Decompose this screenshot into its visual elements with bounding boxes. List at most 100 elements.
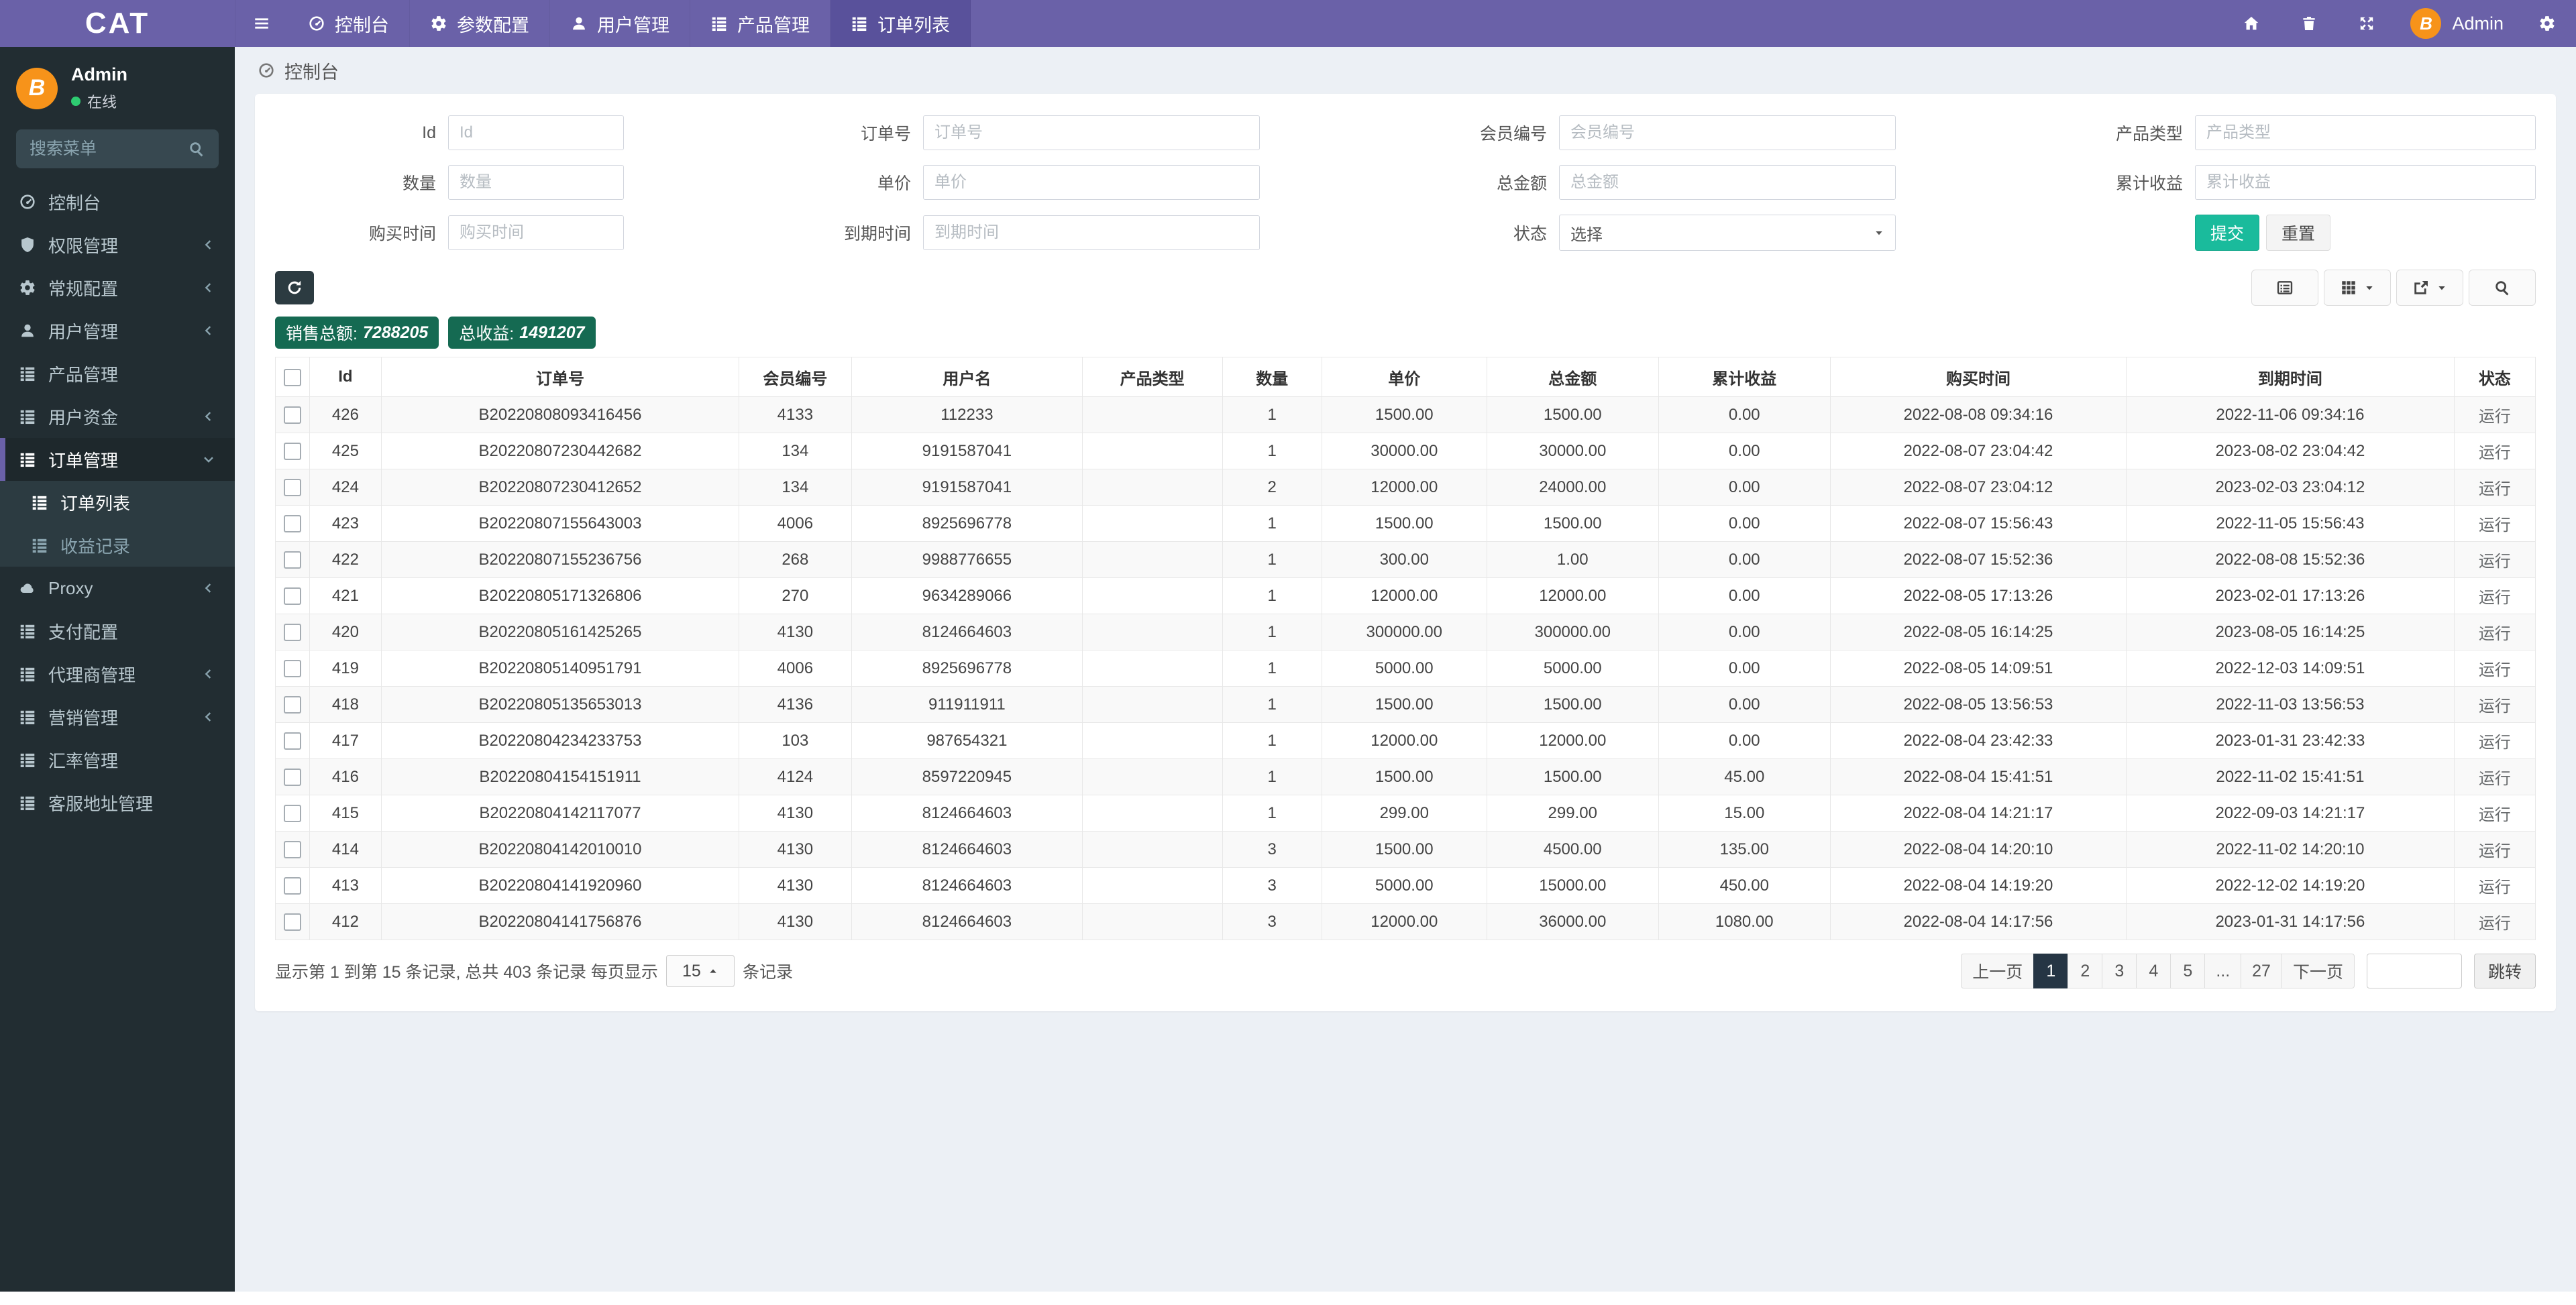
columns-button[interactable] bbox=[2324, 270, 2391, 306]
settings-button[interactable] bbox=[2518, 0, 2576, 47]
id-input[interactable] bbox=[448, 115, 624, 150]
unit-price-input[interactable] bbox=[923, 165, 1260, 200]
orders-panel: Id订单号会员编号产品类型数量单价总金额累计收益购买时间到期时间状态选择提交重置… bbox=[255, 94, 2556, 1011]
column-header: 单价 bbox=[1321, 357, 1487, 397]
user-icon bbox=[19, 322, 48, 339]
total-amount-input[interactable] bbox=[1559, 165, 1896, 200]
accumulated-profit-input[interactable] bbox=[2195, 165, 2536, 200]
nav-tab-dashboard[interactable]: 控制台 bbox=[288, 0, 410, 47]
quantity-input[interactable] bbox=[448, 165, 624, 200]
nav-tab-user-management[interactable]: 用户管理 bbox=[550, 0, 690, 47]
sidebar-item-proxy[interactable]: Proxy bbox=[0, 567, 235, 610]
user-status: 在线 bbox=[71, 91, 127, 112]
status-cell: 运行 bbox=[2453, 577, 2536, 614]
prev-page-button[interactable]: 上一页 bbox=[1961, 954, 2035, 988]
footer-strip bbox=[0, 1292, 2576, 1305]
sidebar-item-order-management[interactable]: 订单管理 bbox=[0, 438, 235, 481]
clear-cache-button[interactable] bbox=[2280, 0, 2338, 47]
row-checkbox[interactable] bbox=[283, 624, 301, 642]
submit-button[interactable]: 提交 bbox=[2195, 215, 2260, 251]
status-select[interactable]: 选择 bbox=[1559, 215, 1896, 251]
status-cell: 运行 bbox=[2453, 433, 2536, 469]
next-page-button[interactable]: 下一页 bbox=[2281, 954, 2355, 988]
filter-field-unit-price: 单价 bbox=[750, 165, 1260, 200]
table-row: 414 B20220804142010010 4130 8124664603 3 1500… bbox=[275, 831, 2536, 868]
sidebar-item-profit-records[interactable]: 收益记录 bbox=[0, 524, 235, 567]
select-all-checkbox[interactable] bbox=[283, 368, 301, 386]
sidebar-toggle-button[interactable] bbox=[235, 0, 288, 47]
sidebar-item-dashboard[interactable]: 控制台 bbox=[0, 180, 235, 223]
table-row: 417 B20220804234233753 103 987654321 1 12000.… bbox=[275, 722, 2536, 759]
nav-tab-params-config[interactable]: 参数配置 bbox=[410, 0, 550, 47]
sidebar-item-general-config[interactable]: 常规配置 bbox=[0, 266, 235, 309]
row-checkbox[interactable] bbox=[283, 913, 301, 931]
chevron-down-icon bbox=[201, 452, 216, 467]
table-row: 418 B20220805135653013 4136 911911911 1 1500.… bbox=[275, 686, 2536, 723]
table-toolbar bbox=[275, 270, 2536, 306]
page-button-3[interactable]: 3 bbox=[2102, 954, 2137, 988]
status-cell: 运行 bbox=[2453, 722, 2536, 759]
filter-field-member-no: 会员编号 bbox=[1386, 115, 1896, 150]
row-checkbox[interactable] bbox=[283, 769, 301, 787]
fullscreen-button[interactable] bbox=[2338, 0, 2396, 47]
row-checkbox[interactable] bbox=[283, 805, 301, 823]
product-type-input[interactable] bbox=[2195, 115, 2536, 150]
sidebar-item-payment-config[interactable]: 支付配置 bbox=[0, 610, 235, 652]
table-search-button[interactable] bbox=[2469, 270, 2536, 306]
page-size-dropdown[interactable]: 15 bbox=[665, 955, 735, 987]
export-button[interactable] bbox=[2396, 270, 2463, 306]
status-cell: 运行 bbox=[2453, 541, 2536, 578]
row-checkbox[interactable] bbox=[283, 479, 301, 497]
admin-dropdown[interactable]: B Admin bbox=[2396, 0, 2518, 47]
expire-time-input[interactable] bbox=[923, 215, 1260, 250]
jump-button[interactable]: 跳转 bbox=[2473, 954, 2536, 988]
refresh-icon bbox=[286, 279, 303, 296]
row-checkbox[interactable] bbox=[283, 587, 301, 606]
export-icon bbox=[2412, 279, 2430, 296]
row-checkbox[interactable] bbox=[283, 877, 301, 895]
nav-tab-order-list[interactable]: 订单列表 bbox=[830, 0, 971, 47]
sidebar-item-order-list[interactable]: 订单列表 bbox=[0, 481, 235, 524]
page-button-4[interactable]: 4 bbox=[2136, 954, 2171, 988]
chevron-left-icon bbox=[201, 323, 216, 338]
nav-tab-product-management[interactable]: 产品管理 bbox=[690, 0, 830, 47]
status-cell: 运行 bbox=[2453, 867, 2536, 904]
home-button[interactable] bbox=[2222, 0, 2280, 47]
row-checkbox[interactable] bbox=[283, 660, 301, 678]
row-checkbox[interactable] bbox=[283, 841, 301, 859]
page-button-27[interactable]: 27 bbox=[2241, 954, 2282, 988]
row-checkbox[interactable] bbox=[283, 443, 301, 461]
caret-down-icon bbox=[1874, 227, 1884, 238]
sidebar-item-permission-management[interactable]: 权限管理 bbox=[0, 223, 235, 266]
cloud-icon bbox=[19, 579, 48, 597]
sidebar-item-user-funds[interactable]: 用户资金 bbox=[0, 395, 235, 438]
buy-time-input[interactable] bbox=[448, 215, 624, 250]
sidebar-search-input[interactable] bbox=[16, 139, 174, 159]
reset-button[interactable]: 重置 bbox=[2266, 215, 2331, 251]
sidebar-item-exchange-rate-management[interactable]: 汇率管理 bbox=[0, 738, 235, 781]
sidebar-search-button[interactable] bbox=[174, 129, 219, 168]
sidebar-item-service-address-management[interactable]: 客服地址管理 bbox=[0, 781, 235, 824]
row-checkbox[interactable] bbox=[283, 406, 301, 424]
refresh-button[interactable] bbox=[275, 271, 314, 304]
page-button-2[interactable]: 2 bbox=[2068, 954, 2103, 988]
toggle-view-button[interactable] bbox=[2251, 270, 2318, 306]
page-button-5[interactable]: 5 bbox=[2170, 954, 2206, 988]
order-no-input[interactable] bbox=[923, 115, 1260, 150]
sidebar-item-product-management[interactable]: 产品管理 bbox=[0, 352, 235, 395]
breadcrumb: 控制台 bbox=[235, 47, 2576, 94]
row-checkbox[interactable] bbox=[283, 515, 301, 533]
row-checkbox[interactable] bbox=[283, 551, 301, 569]
sidebar-item-user-management[interactable]: 用户管理 bbox=[0, 309, 235, 352]
row-checkbox[interactable] bbox=[283, 732, 301, 750]
page-button-1[interactable]: 1 bbox=[2033, 954, 2069, 988]
member-no-input[interactable] bbox=[1559, 115, 1896, 150]
row-checkbox[interactable] bbox=[283, 696, 301, 714]
page-ellipsis[interactable]: ... bbox=[2204, 954, 2242, 988]
sidebar-item-agent-management[interactable]: 代理商管理 bbox=[0, 652, 235, 695]
filter-field-product-type: 产品类型 bbox=[2022, 115, 2536, 150]
sidebar-item-marketing-management[interactable]: 营销管理 bbox=[0, 695, 235, 738]
jump-page-input[interactable] bbox=[2366, 954, 2462, 988]
column-header: Id bbox=[309, 357, 382, 397]
list-icon bbox=[31, 536, 60, 554]
